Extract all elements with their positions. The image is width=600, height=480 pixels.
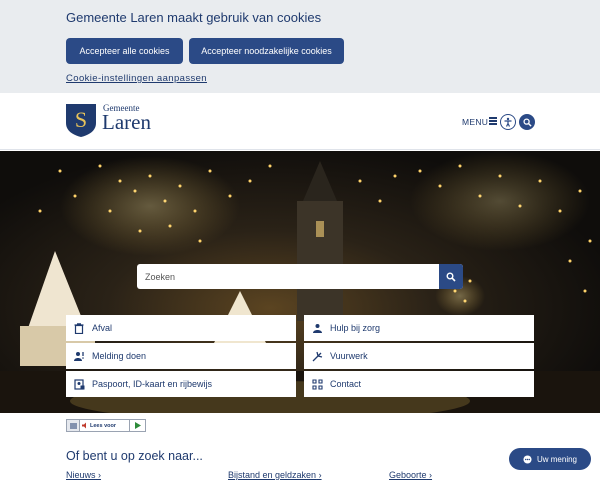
tile-vuurwerk[interactable]: Vuurwerk — [304, 343, 534, 369]
cookie-settings-link[interactable]: Cookie-instellingen aanpassen — [66, 73, 207, 84]
tile-paspoort[interactable]: Paspoort, ID-kaart en rijbewijs — [66, 371, 296, 397]
menu-button-label[interactable]: MENU — [462, 117, 488, 127]
tile-label: Contact — [330, 379, 362, 389]
readspeaker-menu-icon[interactable] — [67, 420, 80, 431]
feedback-label: Uw mening — [536, 454, 577, 464]
accept-necessary-cookies-button[interactable]: Accepteer noodzakelijke cookies — [189, 38, 344, 64]
trash-icon — [66, 322, 92, 334]
shield-logo-icon: S — [66, 104, 96, 137]
feedback-button[interactable]: Uw mening — [509, 448, 591, 470]
search-icon — [522, 117, 532, 127]
logo-letter: S — [75, 107, 87, 132]
tile-label: Hulp bij zorg — [330, 323, 381, 333]
accessibility-icon — [504, 117, 512, 127]
accept-all-cookies-button[interactable]: Accepteer alle cookies — [66, 38, 183, 64]
play-icon — [134, 422, 141, 429]
tile-label: Afval — [92, 323, 113, 333]
cookie-banner: Gemeente Laren maakt gebruik van cookies… — [0, 0, 600, 93]
readspeaker-label: Lees voor — [90, 422, 116, 429]
tile-hulp-bij-zorg[interactable]: Hulp bij zorg — [304, 315, 534, 341]
search-bar — [137, 264, 463, 289]
logo-title: Laren — [102, 110, 151, 134]
readspeaker-bar[interactable]: Lees voor — [66, 419, 146, 432]
report-icon — [66, 351, 92, 362]
tile-contact[interactable]: Contact — [304, 371, 534, 397]
search-icon — [446, 272, 456, 282]
search-submit-button[interactable] — [439, 264, 463, 289]
passport-icon — [66, 378, 92, 390]
tile-melding-doen[interactable]: Melding doen — [66, 343, 296, 369]
link-bijstand[interactable]: Bijstand en geldzaken › — [228, 470, 322, 480]
link-nieuws[interactable]: Nieuws › — [66, 470, 101, 480]
play-button[interactable] — [129, 420, 145, 431]
cookie-title: Gemeente Laren maakt gebruik van cookies — [66, 10, 322, 25]
tile-label: Vuurwerk — [330, 351, 368, 361]
lookfor-heading: Of bent u op zoek naar... — [66, 449, 203, 463]
header-search-button[interactable] — [519, 114, 535, 130]
speaker-icon — [80, 422, 90, 429]
chat-icon — [523, 454, 532, 464]
fireworks-icon — [304, 351, 330, 362]
tile-label: Paspoort, ID-kaart en rijbewijs — [92, 379, 213, 389]
accessibility-button[interactable] — [500, 114, 516, 130]
hamburger-icon[interactable] — [489, 117, 497, 125]
contact-icon — [304, 378, 330, 390]
search-input[interactable] — [137, 264, 437, 289]
care-icon — [304, 323, 330, 334]
tile-afval[interactable]: Afval — [66, 315, 296, 341]
link-geboorte[interactable]: Geboorte › — [389, 470, 432, 480]
tile-label: Melding doen — [92, 351, 147, 361]
site-header: S Gemeente Laren MENU — [0, 93, 600, 150]
